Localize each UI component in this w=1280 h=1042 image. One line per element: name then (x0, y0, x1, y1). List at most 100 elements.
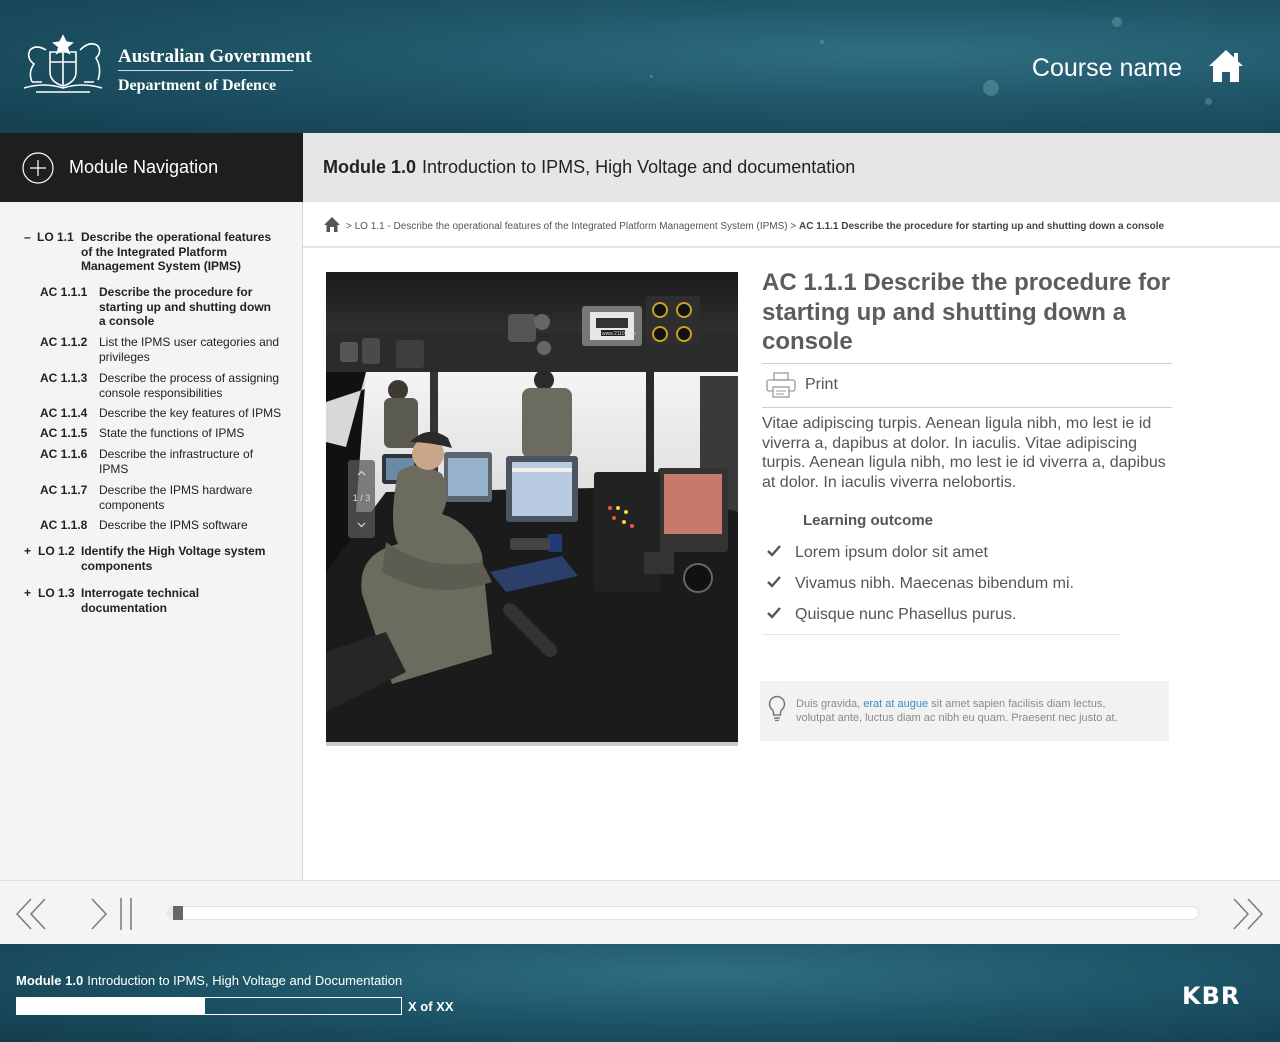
sidebar-item-label: Interrogate technical documentation (81, 586, 200, 615)
divider (762, 634, 1120, 635)
sidebar-item-label: Describe the IPMS software (99, 518, 248, 532)
sidebar-item-ac-1-1-7[interactable]: AC 1.1.7 Describe the IPMS hardware comp… (40, 483, 290, 513)
decorative-bubble (650, 75, 653, 78)
tip-text-start: Duis gravida, (796, 698, 864, 710)
sidebar-item-label: Describe the IPMS hardware components (99, 483, 253, 512)
coat-of-arms-icon (23, 34, 103, 93)
print-label: Print (805, 376, 838, 393)
expand-toggle: + (24, 586, 32, 600)
checkmark-icon (767, 607, 781, 619)
decorative-bubble (1112, 17, 1122, 27)
divider (762, 363, 1172, 364)
gov-title: Australian Government (118, 46, 312, 67)
chevron-up-icon (357, 470, 366, 476)
learning-outcome-item: Lorem ipsum dolor sit amet (766, 542, 1146, 566)
breadcrumb-current: AC 1.1.1 Describe the procedure for star… (799, 221, 1165, 232)
sidebar-item-label: Describe the procedure for starting up a… (99, 285, 271, 328)
sidebar-item-ac-1-1-6[interactable]: AC 1.1.6 Describe the infrastructure of … (40, 447, 290, 477)
learning-outcome-item: Quisque nunc Phasellus purus. (766, 604, 1146, 628)
home-button[interactable] (1207, 47, 1245, 85)
checkmark-icon (767, 545, 781, 557)
print-button[interactable]: Print (762, 365, 1172, 407)
breadcrumb-parent-link[interactable]: LO 1.1 - Describe the operational featur… (355, 221, 788, 232)
breadcrumb-trail: > LO 1.1 - Describe the operational feat… (346, 221, 1164, 232)
site-footer: Module 1.0 Introduction to IPMS, High Vol… (0, 944, 1280, 1042)
sidebar-item-code: AC 1.1.2 (40, 335, 88, 349)
breadcrumb-home-icon[interactable] (323, 216, 341, 233)
previous-page-button[interactable] (15, 897, 49, 936)
course-progress-bar (16, 997, 402, 1015)
tip-box: Duis gravida, erat at augue sit amet sap… (760, 681, 1169, 741)
next-image-button[interactable] (348, 516, 375, 534)
sidebar-item-code: AC 1.1.5 (40, 426, 88, 440)
learning-outcome-heading: Learning outcome (803, 512, 934, 529)
next-page-button[interactable] (1230, 897, 1264, 936)
sidebar-item-code: AC 1.1.6 (40, 447, 88, 461)
sidebar-item-label: Describe the key features of IPMS (99, 406, 282, 420)
screen-label: www.2110.com (602, 331, 636, 337)
sidebar-item-ac-1-1-2[interactable]: AC 1.1.2 List the IPMS user categories a… (40, 335, 290, 365)
learning-outcome-item: Vivamus nibh. Maecenas bibendum mi. (766, 573, 1146, 597)
sidebar: – LO 1.1 Describe the operational featur… (0, 202, 303, 944)
sidebar-item-lo-1-1[interactable]: – LO 1.1 Describe the operational featur… (24, 230, 284, 274)
course-progress-fill (17, 998, 206, 1014)
site-header: Australian Government Department of Defe… (0, 0, 1280, 133)
divider (118, 70, 293, 71)
sidebar-item-label: Describe the operational features of the… (81, 230, 272, 273)
sidebar-item-lo-1-2[interactable]: + LO 1.2 Identify the High Voltage syste… (24, 544, 284, 574)
printer-icon (766, 372, 796, 398)
checkmark-icon (767, 576, 781, 588)
collapse-toggle: – (24, 230, 31, 244)
sidebar-item-label: Describe the infrastructure of IPMS (99, 447, 254, 476)
footer-module-number: Module 1.0 (16, 973, 84, 988)
sidebar-item-label: Identify the High Voltage system compone… (81, 544, 266, 573)
seek-handle[interactable] (173, 906, 184, 920)
play-pause-icon (91, 898, 132, 930)
divider (762, 407, 1172, 408)
lightbulb-icon (768, 695, 786, 721)
module-navigation-label: Module Navigation (69, 157, 219, 177)
sidebar-item-lo-1-3[interactable]: + LO 1.3 Interrogate technical documenta… (24, 586, 284, 616)
module-title: Introduction to IPMS, High Voltage and d… (422, 157, 856, 177)
double-chevron-left-icon (15, 898, 46, 930)
sidebar-item-label: State the functions of IPMS (99, 426, 245, 440)
decorative-bubble (820, 40, 824, 44)
module-number: Module 1.0 (323, 157, 417, 177)
government-logo: Australian Government Department of Defe… (16, 28, 312, 100)
decorative-bubble (1205, 98, 1212, 105)
sidebar-item-ac-1-1-4[interactable]: AC 1.1.4 Describe the key features of IP… (40, 406, 290, 422)
previous-image-button[interactable] (348, 464, 375, 482)
home-icon (1209, 50, 1243, 82)
image-counter: 1 / 3 (352, 493, 371, 503)
sidebar-item-ac-1-1-3[interactable]: AC 1.1.3 Describe the process of assigni… (40, 371, 290, 401)
sidebar-item-ac-1-1-1[interactable]: AC 1.1.1 Describe the procedure for star… (40, 285, 290, 329)
progress-count: X of XX (408, 999, 454, 1014)
learning-outcome-text: Vivamus nibh. Maecenas bibendum mi. (795, 575, 1074, 592)
chevron-down-icon (357, 522, 366, 528)
sidebar-item-code: AC 1.1.4 (40, 406, 88, 420)
expand-toggle: + (24, 544, 32, 558)
page-title: AC 1.1.1 Describe the procedure for star… (762, 269, 1171, 355)
sidebar-item-ac-1-1-8[interactable]: AC 1.1.8 Describe the IPMS software (40, 518, 290, 534)
slideshow-control: 1 / 3 (348, 460, 375, 538)
footer-module-name: Introduction to IPMS, High Voltage and D… (87, 973, 403, 988)
media-player-bar (0, 880, 1280, 944)
play-pause-button[interactable] (88, 897, 136, 936)
department-title: Department of Defence (118, 77, 277, 94)
module-navigation-toggle[interactable]: Module Navigation (0, 133, 303, 202)
double-chevron-right-icon (1233, 898, 1264, 930)
plus-circle-icon (22, 151, 54, 184)
breadcrumb-separator: > (346, 221, 352, 232)
course-name: Course name (1031, 54, 1182, 82)
sidebar-item-label: Describe the process of assigning consol… (99, 371, 280, 400)
learning-outcome-text: Lorem ipsum dolor sit amet (795, 544, 988, 561)
sidebar-item-ac-1-1-5[interactable]: AC 1.1.5 State the functions of IPMS (40, 426, 290, 442)
breadcrumb-separator: > (790, 221, 797, 232)
decorative-bubble (983, 80, 999, 96)
sidebar-item-code: LO 1.1 (37, 230, 74, 244)
seek-bar[interactable] (167, 906, 1199, 920)
sidebar-item-code: AC 1.1.8 (40, 518, 88, 532)
kbr-logo: KBR (1182, 982, 1241, 1010)
tip-link[interactable]: erat at augue (863, 698, 928, 710)
image-slideshow[interactable]: www.2110.com 1 / 3 (326, 272, 738, 746)
